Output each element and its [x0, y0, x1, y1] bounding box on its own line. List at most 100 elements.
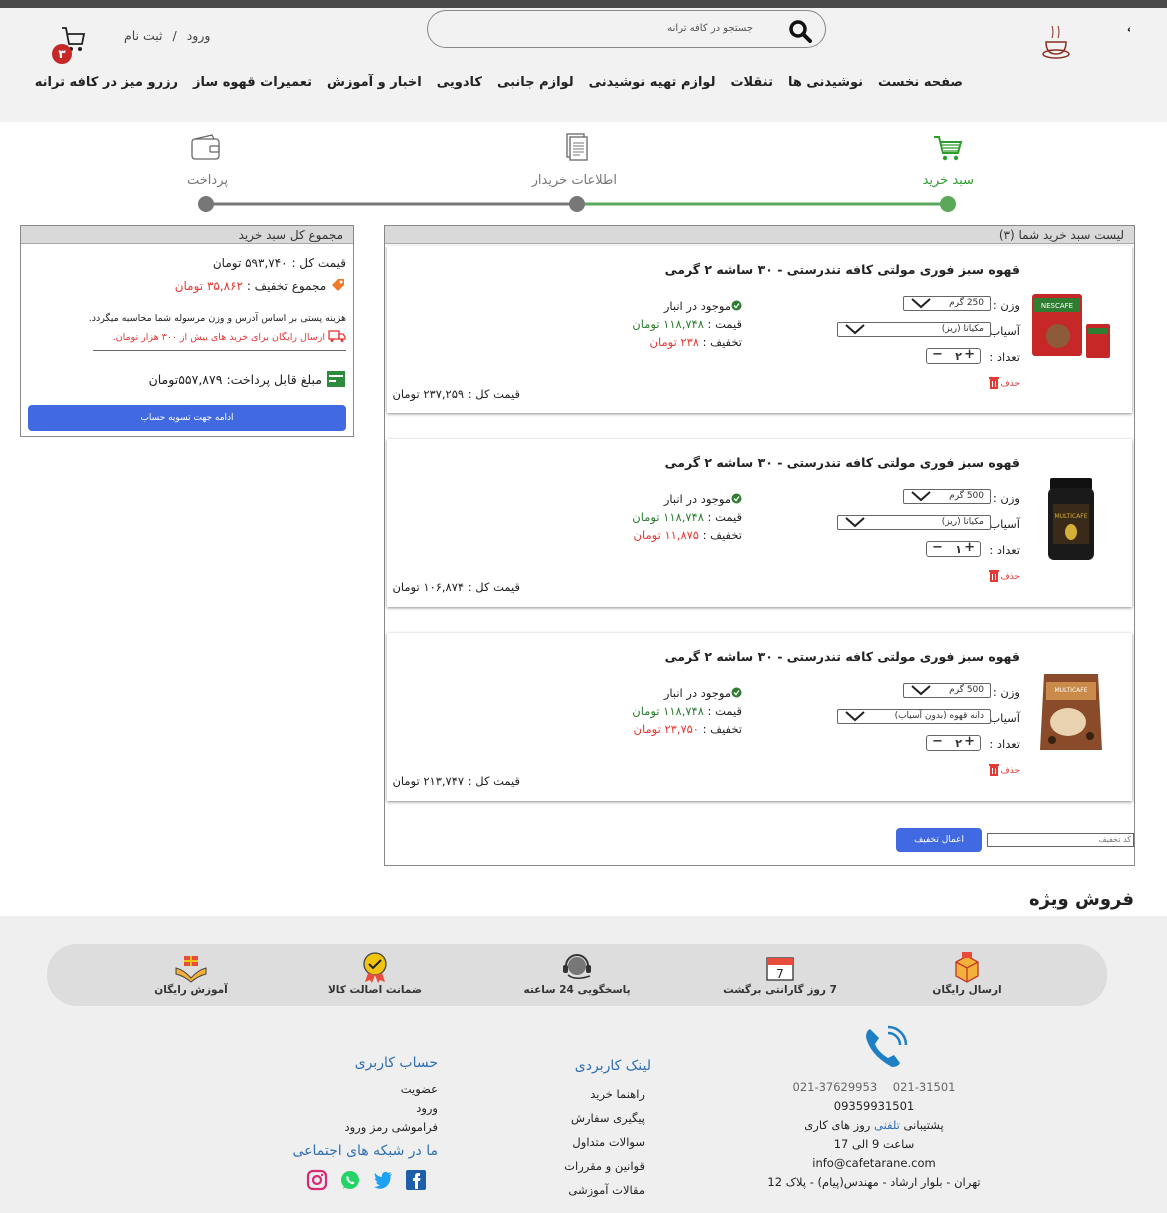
product-image[interactable]: MULTICAFE	[1028, 476, 1114, 568]
cart-step-icon	[934, 136, 963, 161]
main-nav: صفحه نخست نوشیدنی ها تنقلات لوازم تهیه نوشی…	[20, 75, 963, 90]
nav-item[interactable]: کادویی	[437, 75, 482, 90]
svg-text:کافه ترانه: کافه ترانه	[1126, 17, 1130, 37]
footer-link[interactable]: پیگیری سفارش	[564, 1106, 645, 1130]
grind-select[interactable]: دانه قهوه (بدون آسیاب)	[837, 709, 991, 724]
step-cart-label: سبد خرید	[922, 173, 974, 188]
qty-label: تعداد :	[989, 350, 1020, 364]
instagram-icon[interactable]	[306, 1169, 328, 1191]
search-icon[interactable]	[787, 18, 813, 44]
grind-value: مکیاتا (ریز)	[941, 324, 984, 334]
product-title[interactable]: قهوه سبز فوری مولتی کافه تندرستی - ۳۰ سا…	[665, 262, 1020, 277]
cart-list-panel: لیست سبد خرید شما (۳) قهوه سبز فوری مولت…	[384, 225, 1135, 866]
site-header: کافه ترانه جستجو در کافه ترانه ورود / ثب…	[0, 8, 1167, 122]
nav-item[interactable]: اخبار و آموزش	[327, 75, 422, 90]
footer-link[interactable]: مقالات آموزشی	[564, 1178, 645, 1202]
delete-button[interactable]: حذف	[988, 569, 1020, 582]
footer-link[interactable]: راهنما خرید	[564, 1082, 645, 1106]
apply-coupon-button[interactable]: اعمال تخفیف	[896, 828, 982, 852]
delete-button[interactable]: حذف	[988, 376, 1020, 389]
product-title[interactable]: قهوه سبز فوری مولتی کافه تندرستی - ۳۰ سا…	[665, 649, 1020, 664]
delete-button[interactable]: حذف	[988, 763, 1020, 776]
checkout-button[interactable]: ادامه جهت تسویه حساب	[28, 405, 346, 431]
register-link[interactable]: ثبت نام	[124, 28, 163, 43]
cart-list-header: لیست سبد خرید شما (۳)	[385, 226, 1134, 244]
working-hours: ساعت 9 الی 17	[833, 1137, 915, 1151]
summary-header: مجموع کل سبد خرید	[21, 226, 353, 244]
stock-status: موجود در انبار	[664, 492, 742, 506]
support-link[interactable]: تلفنی	[874, 1118, 900, 1132]
nav-item[interactable]: تنقلات	[730, 75, 772, 90]
feature-label: ارسال رایگان	[932, 984, 1002, 996]
trash-icon	[989, 377, 1000, 389]
nav-item[interactable]: لوازم جانبی	[497, 75, 574, 90]
item-discount: تخفیف : ۲۳,۷۵۰ تومان	[634, 722, 742, 736]
phone-icon	[866, 1025, 908, 1067]
steps-progress-bar	[198, 196, 956, 212]
phone-2[interactable]: 021-37629953	[793, 1080, 878, 1094]
qty-value: ۲	[955, 350, 962, 363]
footer-link[interactable]: قوانین و مقررات	[564, 1154, 645, 1178]
stock-label: موجود در انبار	[663, 299, 731, 313]
check-circle-icon	[731, 687, 742, 698]
qty-increment-button[interactable]: +	[964, 734, 975, 749]
weight-select[interactable]: 500 گرم	[903, 683, 991, 698]
grind-select[interactable]: مکیاتا (ریز)	[837, 322, 991, 337]
summary-total-value: ۵۹۳,۷۴۰ تومان	[212, 256, 288, 270]
search-box[interactable]: جستجو در کافه ترانه	[427, 10, 826, 48]
login-link[interactable]: ورود	[187, 28, 211, 43]
social-title: ما در شبکه های اجتماعی	[292, 1143, 438, 1159]
whatsapp-icon[interactable]	[339, 1169, 361, 1191]
product-image[interactable]: MULTICAFE	[1028, 670, 1114, 760]
weight-select[interactable]: 250 گرم	[903, 296, 991, 311]
delete-label: حذف	[1000, 572, 1020, 582]
svg-text:MULTICAFE: MULTICAFE	[1054, 513, 1087, 520]
gift-box-icon	[955, 952, 979, 983]
nav-item[interactable]: لوازم تهیه نوشیدنی	[589, 75, 716, 90]
nav-item[interactable]: نوشیدنی ها	[788, 75, 863, 90]
summary-discount-value: ۳۵,۸۶۲ تومان	[174, 279, 243, 293]
support-prefix: پشتیبانی	[903, 1118, 944, 1132]
stock-status: موجود در انبار	[664, 686, 742, 700]
checkout-steps: سبد خرید اطلاعات خریدار پرداخت	[0, 122, 1167, 222]
account-link[interactable]: عضویت	[292, 1080, 438, 1099]
truck-icon	[328, 330, 346, 342]
item-total: قیمت کل : ۲۳۷,۲۵۹ تومان	[392, 387, 520, 401]
mobile-number[interactable]: 09359931501	[759, 1097, 989, 1116]
coupon-input[interactable]: کد تخفیف	[987, 833, 1134, 847]
product-image[interactable]: NESCAFE	[1028, 290, 1114, 368]
cart-summary-panel: مجموع کل سبد خرید قیمت کل : ۵۹۳,۷۴۰ توما…	[20, 225, 354, 437]
email-address[interactable]: info@cafetarane.com	[759, 1154, 989, 1173]
free-shipping-text: ارسال رایگان برای خرید های بیش از ۳۰۰ هز…	[112, 332, 325, 343]
qty-decrement-button[interactable]: −	[932, 540, 943, 555]
facebook-icon[interactable]	[405, 1169, 427, 1191]
weight-label: وزن :	[992, 685, 1020, 699]
account-link[interactable]: فراموشی رمز ورود	[292, 1118, 438, 1137]
quantity-stepper: + ۲ −	[926, 734, 981, 751]
site-logo[interactable]: کافه ترانه	[1040, 10, 1167, 66]
qty-decrement-button[interactable]: −	[932, 734, 943, 749]
phone-1[interactable]: 021-31501	[893, 1080, 956, 1094]
footer-link[interactable]: سوالات متداول	[564, 1130, 645, 1154]
weight-select[interactable]: 500 گرم	[903, 489, 991, 504]
nav-item[interactable]: صفحه نخست	[878, 75, 963, 90]
summary-payable-label: مبلغ قابل پرداخت:	[226, 372, 323, 387]
qty-label: تعداد :	[989, 543, 1020, 557]
summary-payable: مبلغ قابل پرداخت: ۵۵۷,۸۷۹تومان	[149, 370, 346, 388]
cart-item: قهوه سبز فوری مولتی کافه تندرستی - ۳۰ سا…	[387, 633, 1132, 801]
qty-decrement-button[interactable]: −	[932, 347, 943, 362]
grind-select[interactable]: مکیاتا (ریز)	[837, 515, 991, 530]
qty-increment-button[interactable]: +	[964, 540, 975, 555]
account-link[interactable]: ورود	[292, 1099, 438, 1118]
contact-info: 021-31501 021-37629953 09359931501 پشتیب…	[759, 1078, 989, 1192]
feature-label: پاسخگویی 24 ساعته	[523, 984, 631, 996]
nav-item[interactable]: تعمیرات قهوه ساز	[193, 75, 312, 90]
qty-increment-button[interactable]: +	[964, 347, 975, 362]
item-total-value: ۲۳۷,۲۵۹ تومان	[392, 387, 465, 401]
feature-authenticity: ضمانت اصالت کالا	[300, 944, 450, 996]
wallet-icon	[191, 134, 220, 160]
account-links: حساب کاربری عضویت ورود فراموشی رمز ورود ما…	[292, 1054, 438, 1161]
product-title[interactable]: قهوه سبز فوری مولتی کافه تندرستی - ۳۰ سا…	[665, 455, 1020, 470]
twitter-icon[interactable]	[372, 1169, 394, 1191]
nav-item[interactable]: رزرو میز در کافه ترانه	[35, 75, 178, 90]
